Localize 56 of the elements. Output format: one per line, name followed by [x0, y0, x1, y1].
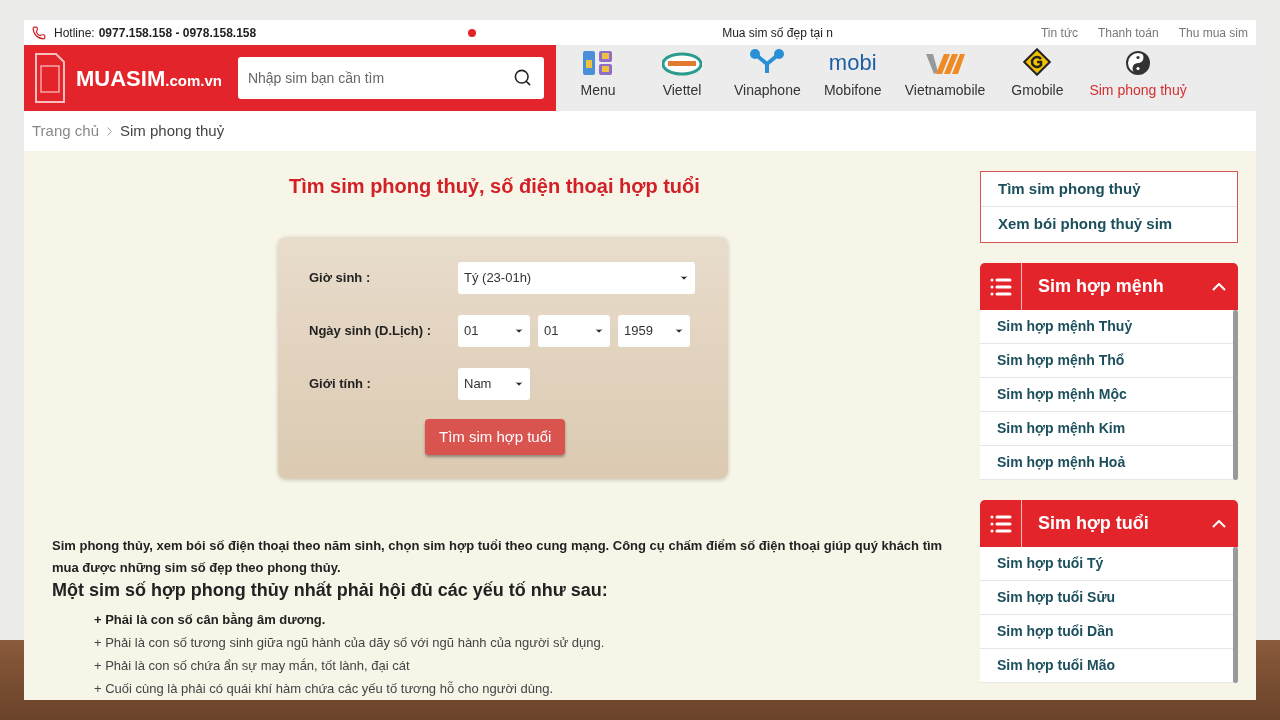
dropdown-select[interactable]: 1959: [618, 315, 690, 347]
dropdown-select[interactable]: 01: [458, 315, 530, 347]
criteria-item: + Phải là con số chứa ẩn sự may mắn, tốt lành, đại cát: [94, 657, 411, 675]
sidebar-link[interactable]: Tìm sim phong thuỷ: [981, 172, 1237, 207]
criteria-item: + Cuối cùng là phải có quái khí hàm chứa các yếu tố tương hỗ cho người dùng.: [94, 680, 555, 698]
top-link[interactable]: Thanh toán: [1097, 23, 1159, 42]
carrier-nav-item[interactable]: Viettel: [640, 52, 724, 101]
form-label: Giới tính :: [309, 375, 372, 394]
phone-icon: [32, 25, 46, 40]
criteria-item: + Phải là con số tương sinh giữa ngũ hành của dãy số với ngũ hành của người sử dụng.: [94, 634, 606, 652]
sidebar-link[interactable]: Xem bói phong thuỷ sim: [981, 207, 1237, 242]
oval-logo-icon: [662, 52, 702, 76]
connected-nodes-icon: [749, 48, 786, 76]
find-sim-button[interactable]: Tìm sim hợp tuổi: [425, 419, 566, 455]
chevron-up-icon: [1212, 519, 1226, 528]
dropdown-caret-icon: [679, 273, 689, 283]
panel-header[interactable]: Sim hợp tuổi: [980, 500, 1238, 547]
dropdown-caret-icon: [514, 379, 524, 389]
top-link[interactable]: Thu mua sim: [1178, 23, 1248, 42]
carrier-nav-item[interactable]: mobi Mobifone: [810, 50, 895, 101]
carrier-nav-item[interactable]: Menu: [556, 50, 640, 101]
site-logo: MUASIM.com.vn: [76, 64, 222, 93]
page-title: Tìm sim phong thuỷ, số điện thoại hợp tuổi: [289, 174, 701, 199]
form-label: Ngày sinh (D.Lịch) :: [309, 322, 433, 341]
search-field[interactable]: Nhập sim bạn cần tìm: [237, 57, 544, 99]
panel-header[interactable]: Sim hợp mệnh: [980, 263, 1238, 310]
chevron-up-icon: [1212, 282, 1226, 291]
breadcrumb-link[interactable]: Trang chủ: [32, 119, 99, 143]
chevron-right-icon: [107, 126, 112, 136]
mobi-logo: mobi: [828, 50, 877, 76]
hotline-label: Hotline:: [54, 24, 95, 42]
hotline-numbers: 0977.158.158 - 0978.158.158: [98, 24, 257, 42]
scrollbar[interactable]: [1233, 547, 1238, 683]
dropdown-select[interactable]: Tý (23-01h): [458, 262, 695, 294]
criteria-item: + Phải là con số cân bằng âm dương.: [94, 611, 327, 629]
marquee-text: Mua sim số đẹp tại n: [722, 24, 833, 42]
section-heading: Một sim số hợp phong thủy nhất phải hội đủ các yếu tố như sau:: [52, 579, 609, 602]
top-link[interactable]: Tin tức: [1041, 23, 1078, 42]
search-icon[interactable]: [513, 68, 532, 87]
carrier-nav-item[interactable]: Sim phong thuỷ: [1079, 50, 1197, 101]
carrier-nav-item[interactable]: Vinaphone: [724, 48, 811, 101]
yin-yang-icon: [1125, 50, 1152, 76]
dropdown-caret-icon: [514, 326, 524, 336]
form-label: Giờ sinh :: [309, 269, 372, 288]
sim-cards-icon: [582, 50, 614, 76]
sim-card-icon: [34, 52, 66, 104]
carrier-nav-item[interactable]: Vietnamobile: [894, 52, 996, 101]
dropdown-select[interactable]: 01: [538, 315, 610, 347]
dropdown-caret-icon: [674, 326, 684, 336]
dropdown-caret-icon: [594, 326, 604, 336]
stripes-logo-icon: [924, 52, 967, 76]
scrollbar[interactable]: [1233, 310, 1238, 480]
intro-paragraph: Sim phong thủy, xem bói số điện thoại theo năm sinh, chọn sim hợp tuổi theo cung mạng. Công cụ chấm điểm số điện thoại giúp quý khách tìm mua được những sim số đẹp theo phong thủy.: [52, 537, 944, 577]
carrier-nav-item[interactable]: Gmobile: [995, 48, 1080, 101]
breadcrumb-link[interactable]: Sim phong thuỷ: [120, 119, 225, 143]
dropdown-select[interactable]: Nam: [458, 368, 530, 400]
